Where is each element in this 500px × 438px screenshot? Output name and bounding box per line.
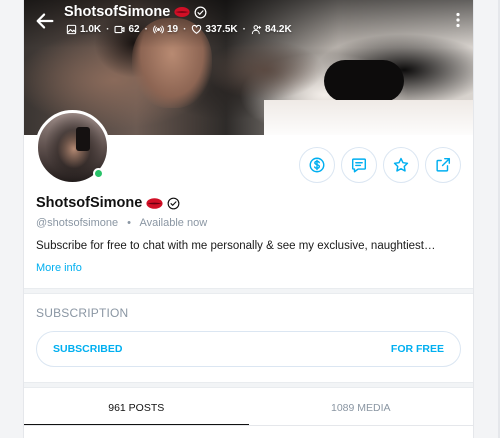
tab-media[interactable]: 1089 MEDIA — [249, 390, 474, 426]
profile-handle: @shotsofsimone — [36, 217, 119, 229]
tabs-underline — [24, 425, 473, 426]
lips-emoji-icon — [146, 197, 163, 210]
stat-photos: 1.0K — [66, 24, 101, 35]
tab-posts[interactable]: 961 POSTS — [24, 390, 249, 426]
stat-videos: 62 — [114, 24, 140, 35]
online-status-indicator — [93, 168, 104, 179]
stat-fans: 84.2K — [251, 24, 292, 35]
fans-icon — [251, 25, 262, 35]
section-divider — [24, 288, 473, 294]
message-button[interactable] — [341, 147, 377, 183]
message-icon — [351, 158, 367, 173]
header-title: ShotsofSimone — [64, 4, 207, 20]
profile-actions — [299, 147, 461, 183]
left-gutter — [0, 0, 24, 438]
lips-emoji-icon — [174, 6, 190, 18]
profile-name-text: ShotsofSimone — [36, 195, 143, 211]
subscription-status-label: SUBSCRIBED — [53, 343, 123, 355]
verified-badge-icon — [194, 6, 207, 19]
kebab-menu-icon[interactable] — [455, 12, 461, 28]
more-info-link[interactable]: More info — [36, 262, 82, 274]
image-icon — [66, 24, 77, 35]
content-tabs: 961 POSTS 1089 MEDIA — [24, 390, 473, 426]
profile-bio: Subscribe for free to chat with me perso… — [36, 240, 436, 252]
broadcast-icon — [153, 25, 164, 34]
favorite-button[interactable] — [383, 147, 419, 183]
profile-column: ShotsofSimone 1.0K · 62 · 19 · 337.5K · — [24, 0, 473, 438]
heart-icon — [192, 24, 202, 34]
video-icon — [114, 25, 125, 34]
availability-status: Available now — [139, 217, 208, 229]
profile-name: ShotsofSimone — [36, 195, 180, 211]
handle-line: @shotsofsimone • Available now — [36, 217, 208, 229]
verified-badge-icon — [167, 197, 180, 210]
stat-streams: 19 — [153, 24, 178, 35]
star-icon — [393, 157, 409, 172]
tip-button[interactable] — [299, 147, 335, 183]
header-title-text: ShotsofSimone — [64, 4, 171, 20]
subscription-heading: SUBSCRIPTION — [36, 306, 129, 320]
header-stats: 1.0K · 62 · 19 · 337.5K · 84.2K — [66, 24, 292, 35]
subscription-button[interactable]: SUBSCRIBED FOR FREE — [36, 331, 461, 367]
share-icon — [436, 157, 451, 172]
section-divider — [24, 382, 473, 388]
dollar-icon — [309, 157, 325, 173]
subscription-price-label: FOR FREE — [390, 343, 444, 355]
right-gutter — [473, 0, 500, 438]
share-button[interactable] — [425, 147, 461, 183]
back-arrow-icon[interactable] — [34, 10, 56, 32]
stat-likes: 337.5K — [191, 24, 238, 35]
